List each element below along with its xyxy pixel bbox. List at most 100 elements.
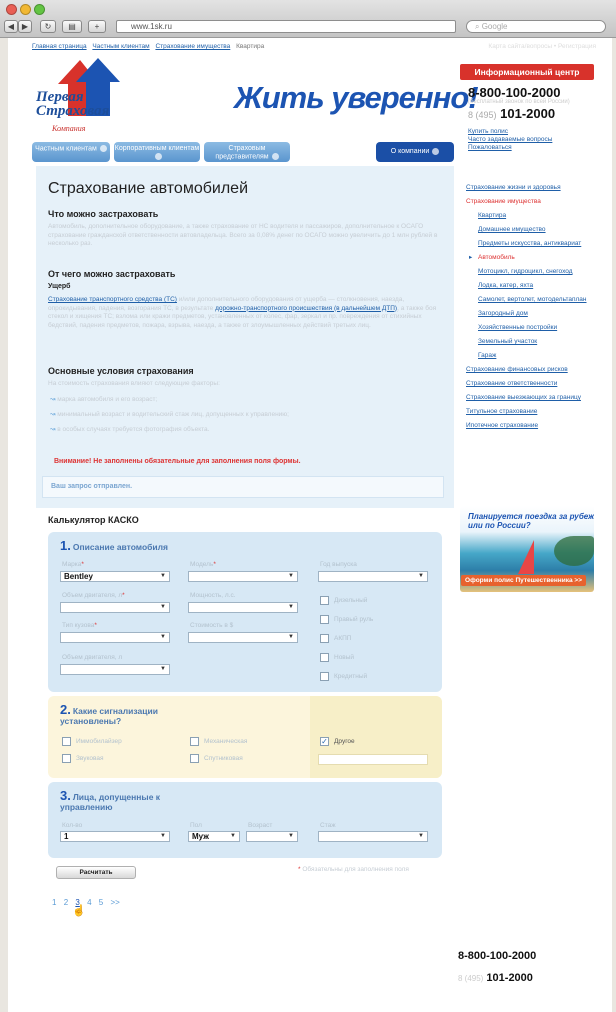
sidebar-item-travel[interactable]: Страхование выезжающих за границу [466,394,596,402]
automatic-checkbox[interactable] [320,634,329,643]
other-alarm-input[interactable] [318,754,428,765]
tab-private-clients[interactable]: Частным клиентам [32,142,110,162]
mechanical-label: Механическая [204,738,248,745]
tab-label: Частным клиентам [35,145,97,153]
calculator-title: Калькулятор КАСКО [48,515,139,525]
page-link-4[interactable]: 4 [87,898,91,907]
sidebar-item-home-property[interactable]: Домашнее имущество [478,226,596,234]
body-type-select[interactable]: ▼ [60,632,170,643]
sidebar-item-country-house[interactable]: Загородный дом [478,310,596,318]
power-select[interactable]: ▼ [188,602,298,613]
sidebar-item-plane[interactable]: Самолет, вертолет, мотодельтаплан [478,296,596,304]
sidebar-item-art[interactable]: Предметы искусства, антиквариат [478,240,596,248]
mechanical-checkbox[interactable] [190,737,199,746]
footer-phone-moscow: 8 (495) 101-2000 [458,972,533,984]
panel1-number: 1. [60,538,71,553]
right-wheel-checkbox[interactable] [320,615,329,624]
breadcrumb-property[interactable]: Страхование имущества [155,43,230,50]
diesel-label: Дизельный [334,597,368,604]
sidebar-item-outbuildings[interactable]: Хозяйственные постройки [478,324,596,332]
cost-select[interactable]: ▼ [188,632,298,643]
reload-button[interactable]: ↻ [40,20,56,33]
forward-button[interactable]: ▶ [18,20,32,33]
engine-select[interactable]: ▼ [60,602,170,613]
chevron-down-icon: ▼ [418,573,424,579]
required-mark: * [122,592,125,599]
page-link-2[interactable]: 2 [64,898,68,907]
footer-phone-number: 101-2000 [486,972,533,984]
breadcrumb-home[interactable]: Главная страница [32,43,87,50]
page-link-1[interactable]: 1 [52,898,56,907]
terms-bullet: минимальный возраст и водительский стаж … [50,410,289,418]
sidebar-item-title[interactable]: Титульное страхование [466,408,596,416]
vehicle-insurance-link[interactable]: Страхование транспортного средства (ТС) [48,296,177,303]
credit-label: Кредитный [334,673,368,680]
search-input[interactable]: ⌕ Google [466,20,606,33]
diesel-checkbox[interactable] [320,596,329,605]
faq-link[interactable]: Часто задаваемые вопросы [468,136,552,144]
sidebar-item-life[interactable]: Страхование жизни и здоровья [466,184,596,192]
page-link-next[interactable]: >> [110,898,119,907]
make-label-text: Марка [62,561,82,568]
travel-banner[interactable]: Планируется поездка за рубеж или по Росс… [460,506,594,592]
sex-select[interactable]: Муж ▼ [188,831,240,842]
minimize-window-button[interactable] [20,4,31,15]
phone-free: 8-800-100-2000 [468,85,561,100]
top-links[interactable]: Карта сайта/вопросы • Регистрация [488,43,596,50]
back-button[interactable]: ◀ [4,20,18,33]
panel-alarms-highlight [310,696,442,778]
age-select[interactable]: ▼ [246,831,298,842]
immobilizer-checkbox[interactable] [62,737,71,746]
new-car-checkbox[interactable] [320,653,329,662]
sidebar-item-land[interactable]: Земельный участок [478,338,596,346]
phone-moscow: 8 (495) 101-2000 [468,106,555,121]
sidebar-nav: Страхование жизни и здоровья Страхование… [466,184,596,436]
year-select[interactable]: ▼ [318,571,428,582]
page-link-5[interactable]: 5 [99,898,103,907]
buy-policy-link[interactable]: Купить полис [468,128,552,136]
make-select[interactable]: Bentley ▼ [60,571,170,582]
body-type-label: Тип кузова* [62,622,97,629]
other-checkbox[interactable]: ✓ [320,737,329,746]
slogan: Жить уверенно! [234,80,479,115]
footer-phone-code: 8 (495) [458,974,484,983]
satellite-checkbox[interactable] [190,754,199,763]
zoom-window-button[interactable] [34,4,45,15]
sidebar-item-apartment[interactable]: Квартира [478,212,596,220]
accident-link[interactable]: дорожно-транспортного происшествия (в да… [215,305,397,312]
panel1-title: 1. Описание автомобиля [60,538,168,553]
sidebar-item-property[interactable]: Страхование имущества [466,198,596,206]
search-placeholder: Google [481,22,508,31]
banner-button[interactable]: Оформи полис Путешественника >> [461,575,586,586]
sidebar-item-car[interactable]: Автомобиль [478,254,596,262]
tab-agents[interactable]: Страховым представителям [204,142,290,162]
panel1-title-text: Описание автомобиля [72,542,168,552]
calculate-button[interactable]: Расчитать [56,866,136,879]
credit-checkbox[interactable] [320,672,329,681]
body-type-label-text: Тип кузова [62,622,95,629]
breadcrumb: Главная страница Частным клиентам Страхо… [32,43,264,50]
complain-link[interactable]: Пожаловаться [468,144,552,152]
address-bar[interactable]: www.1sk.ru [116,20,456,33]
new-tab-button[interactable]: + [88,20,106,33]
bookmarks-icon[interactable]: ▤ [62,20,82,33]
banner-title: Планируется поездка за рубеж или по Росс… [468,512,594,530]
engine-label-text: Объем двигателя, л [62,592,123,599]
sidebar-item-moto[interactable]: Мотоцикл, гидроцикл, снегоход [478,268,596,276]
engine2-select[interactable]: ▼ [60,664,170,675]
form-warning: Внимание! Не заполнены обязательные для … [54,458,301,465]
close-window-button[interactable] [6,4,17,15]
sidebar-item-liability[interactable]: Страхование ответственности [466,380,596,388]
experience-select[interactable]: ▼ [318,831,428,842]
sound-checkbox[interactable] [62,754,71,763]
sidebar-item-boat[interactable]: Лодка, катер, яхта [478,282,596,290]
breadcrumb-private-clients[interactable]: Частным клиентам [92,43,149,50]
driver-count-select[interactable]: 1 ▼ [60,831,170,842]
driver-count-value: 1 [64,832,69,841]
sidebar-item-financial[interactable]: Страхование финансовых рисков [466,366,596,374]
sidebar-item-mortgage[interactable]: Ипотечное страхование [466,422,596,430]
sidebar-item-garage[interactable]: Гараж [478,352,596,360]
tab-corporate-clients[interactable]: Корпоративным клиентам [114,142,200,162]
model-select[interactable]: ▼ [188,571,298,582]
tab-about[interactable]: О компании [376,142,454,162]
